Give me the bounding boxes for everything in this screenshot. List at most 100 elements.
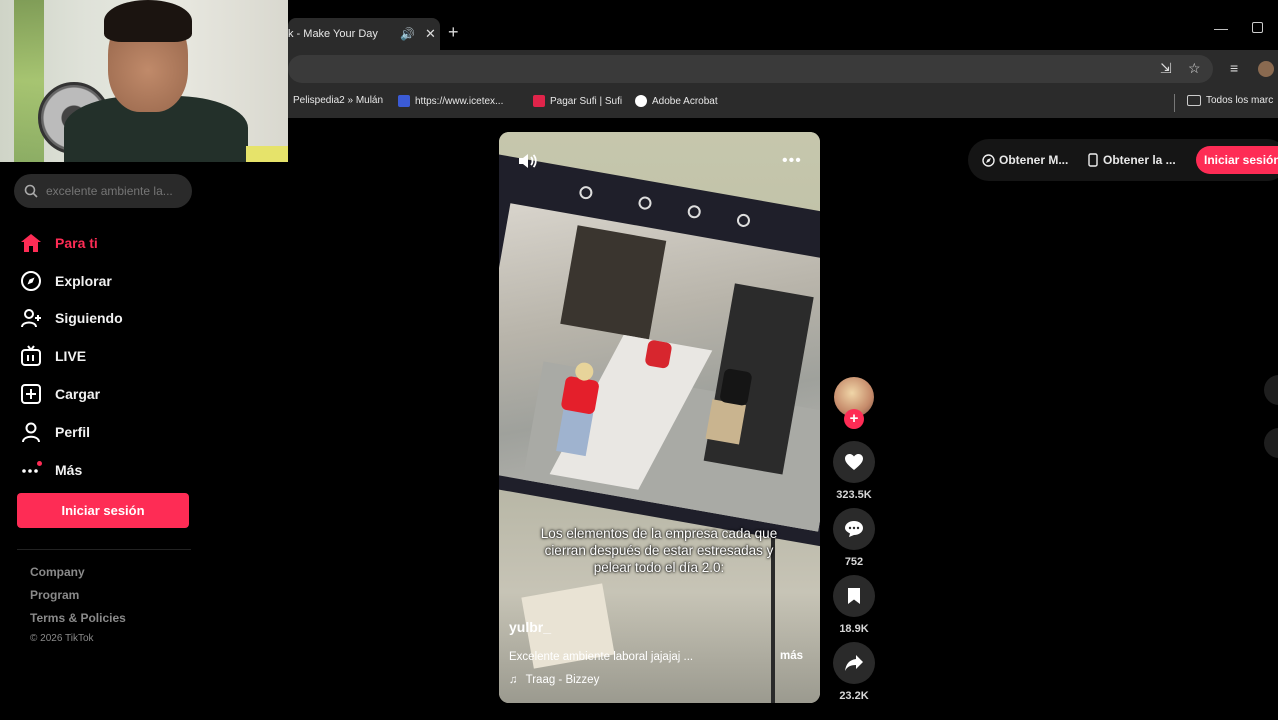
video-monitor: [499, 153, 820, 551]
get-app-button-1[interactable]: Obtener M...: [982, 147, 1068, 173]
site-icon: [533, 95, 545, 107]
bookmark-separator: [1174, 94, 1175, 112]
sidebar-nav: Para ti Explorar Siguiendo LIVE Cargar P…: [18, 224, 198, 489]
feed-person-1: [560, 375, 600, 415]
sidebar-item-label: Explorar: [55, 272, 112, 289]
sidebar-item-label: LIVE: [55, 348, 87, 365]
share-count: 23.2K: [839, 690, 869, 702]
description-more-link[interactable]: más: [780, 650, 803, 662]
scroll-down-button[interactable]: [1264, 428, 1278, 458]
feed-person-2: [644, 339, 673, 370]
webcam-yellow-object: [246, 146, 288, 162]
security-camera-feed: [499, 203, 820, 532]
comment-button[interactable]: [833, 508, 875, 550]
search-box[interactable]: [14, 174, 192, 208]
star-icon[interactable]: ☆: [1188, 60, 1201, 77]
speaker-icon[interactable]: 🔊: [400, 27, 415, 41]
comment-icon: [845, 521, 863, 537]
more-options-icon[interactable]: •••: [782, 152, 802, 170]
get-app-label-1: Obtener M...: [999, 153, 1069, 167]
install-icon[interactable]: ⇲: [1160, 60, 1172, 77]
top-login-button[interactable]: Iniciar sesión: [1196, 146, 1278, 174]
new-tab-icon[interactable]: +: [448, 22, 459, 43]
sidebar-item-mas[interactable]: Más: [18, 451, 198, 489]
home-icon: [18, 232, 44, 254]
sidebar-item-cargar[interactable]: Cargar: [18, 375, 198, 413]
site-icon: [398, 95, 410, 107]
sidebar-item-label: Más: [55, 461, 83, 478]
copyright-text: © 2026 TikTok: [30, 633, 94, 644]
profile-icon: [18, 421, 44, 443]
sidebar-item-label: Cargar: [55, 386, 101, 403]
more-dots-icon: [18, 459, 44, 481]
snapshot-tool-icon: [686, 204, 702, 220]
camera-tool-icon: [578, 185, 594, 201]
feed-person-3-legs: [705, 399, 746, 445]
live-icon: [18, 345, 44, 367]
bookmark-icon: [848, 588, 860, 604]
sidebar-item-perfil[interactable]: Perfil: [18, 413, 198, 451]
share-icon: [845, 655, 863, 671]
sidebar-divider: [17, 549, 191, 550]
video-music[interactable]: ♫ Traag - Bizzey: [509, 674, 599, 686]
record-tool-icon: [637, 195, 653, 211]
tab-title: k - Make Your Day: [288, 28, 378, 40]
search-input[interactable]: [46, 184, 182, 198]
webcam-plant: [14, 0, 44, 162]
sidebar-item-explorar[interactable]: Explorar: [18, 262, 198, 300]
restore-icon[interactable]: [1252, 22, 1263, 33]
music-title: Traag - Bizzey: [525, 674, 600, 686]
video-caption: Los elementos de la empresa cada que cie…: [540, 526, 778, 575]
upload-icon: [18, 383, 44, 405]
heart-icon: [845, 454, 863, 470]
save-button[interactable]: [833, 575, 875, 617]
bookmark-item[interactable]: Pelispedia2 » Mulán: [293, 95, 383, 106]
video-author[interactable]: yulbr_: [509, 619, 551, 635]
bookmark-folder[interactable]: Todos los marc: [1187, 95, 1273, 106]
footer-link-program[interactable]: Program: [30, 588, 79, 602]
scroll-up-button[interactable]: [1264, 375, 1278, 405]
notification-dot: [37, 460, 42, 466]
media-icon[interactable]: ≡: [1230, 60, 1238, 76]
save-count: 18.9K: [839, 623, 869, 635]
globe-icon: [635, 95, 647, 107]
browser-tab-active[interactable]: k - Make Your Day 🔊 ✕: [288, 18, 440, 50]
bookmark-label: Pelispedia2 » Mulán: [293, 95, 384, 106]
address-bar[interactable]: [288, 55, 1213, 83]
profile-avatar-icon[interactable]: [1258, 61, 1274, 77]
share-button[interactable]: [833, 642, 875, 684]
bookmark-item[interactable]: Pagar Sufi | Sufi: [533, 95, 622, 107]
sidebar-item-label: Para ti: [55, 234, 98, 251]
footer-link-terms[interactable]: Terms & Policies: [30, 611, 126, 625]
feed-back-shelf: [560, 225, 667, 340]
video-description: Excelente ambiente laboral jajajaj ...: [509, 651, 694, 663]
settings-tool-icon: [735, 212, 752, 228]
compass-small-icon: [982, 153, 995, 167]
bookmark-item[interactable]: Adobe Acrobat: [635, 95, 718, 107]
close-icon[interactable]: ✕: [425, 26, 436, 42]
webcam-person-hair: [104, 0, 192, 42]
compass-icon: [18, 270, 44, 292]
video-player[interactable]: ••• Los elementos de la empresa cada que…: [499, 132, 820, 703]
following-icon: [18, 307, 44, 329]
search-icon: [24, 184, 38, 198]
minimize-icon[interactable]: —: [1214, 20, 1228, 36]
phone-icon: [1088, 153, 1098, 167]
like-button[interactable]: [833, 441, 875, 483]
follow-plus-icon[interactable]: +: [844, 409, 864, 429]
sidebar-item-siguiendo[interactable]: Siguiendo: [18, 300, 198, 338]
volume-icon[interactable]: [517, 152, 537, 175]
sidebar-login-button[interactable]: Iniciar sesión: [17, 493, 189, 528]
feed-person-3: [719, 367, 753, 407]
get-app-button-2[interactable]: Obtener la ...: [1088, 147, 1176, 173]
music-note-icon: ♫: [509, 674, 518, 686]
bookmark-label: Adobe Acrobat: [652, 95, 718, 107]
bookmark-item[interactable]: https://www.icetex...: [398, 95, 503, 107]
get-app-label-2: Obtener la ...: [1103, 153, 1176, 167]
bookmark-label: Pagar Sufi | Sufi: [550, 95, 623, 107]
footer-link-company[interactable]: Company: [30, 565, 85, 579]
bookmark-label: https://www.icetex...: [415, 95, 504, 107]
sidebar-item-para-ti[interactable]: Para ti: [18, 224, 198, 262]
sidebar-item-label: Perfil: [55, 423, 91, 440]
sidebar-item-live[interactable]: LIVE: [18, 337, 198, 375]
